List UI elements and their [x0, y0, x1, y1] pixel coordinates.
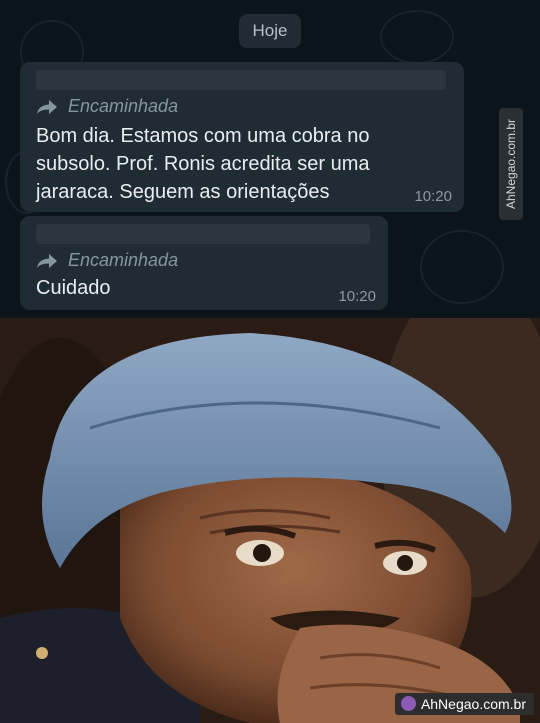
chat-panel: Hoje Encaminhada Bom dia. Estamos com um… — [0, 0, 540, 318]
bottom-watermark: AhNegao.com.br — [394, 693, 534, 715]
forwarded-label: Encaminhada — [36, 250, 178, 271]
message-text: Bom dia. Estamos com uma cobra no subsol… — [36, 122, 370, 206]
man-in-blue-hat-photo — [0, 318, 540, 723]
message-line: jararaca. Seguem as orientações — [36, 181, 330, 203]
watermark-text: AhNegao.com.br — [420, 696, 526, 712]
message-bubble[interactable]: Encaminhada Bom dia. Estamos com uma cob… — [20, 62, 464, 212]
message-text: Cuidado — [36, 274, 111, 302]
message-line: subsolo. Prof. Ronis acredita ser uma — [36, 153, 370, 175]
message-time: 10:20 — [338, 288, 376, 305]
redacted-sender — [36, 224, 370, 244]
wallpaper-doodle — [420, 230, 504, 304]
message-time: 10:20 — [414, 188, 452, 205]
side-watermark: AhNegao.com.br — [499, 108, 523, 220]
date-chip: Hoje — [239, 14, 301, 48]
wallpaper-doodle — [380, 10, 454, 64]
forward-arrow-icon — [37, 253, 57, 268]
forwarded-label: Encaminhada — [36, 96, 178, 117]
message-bubble[interactable]: Encaminhada Cuidado 10:20 — [20, 216, 388, 310]
reaction-photo: AhNegao.com.br — [0, 318, 540, 723]
redacted-sender — [36, 70, 446, 90]
forward-arrow-icon — [37, 99, 57, 114]
message-line: Bom dia. Estamos com uma cobra no — [36, 125, 370, 147]
message-line: Cuidado — [36, 277, 111, 299]
site-logo-icon — [400, 696, 416, 711]
forwarded-text: Encaminhada — [68, 250, 179, 270]
forwarded-text: Encaminhada — [68, 96, 179, 116]
